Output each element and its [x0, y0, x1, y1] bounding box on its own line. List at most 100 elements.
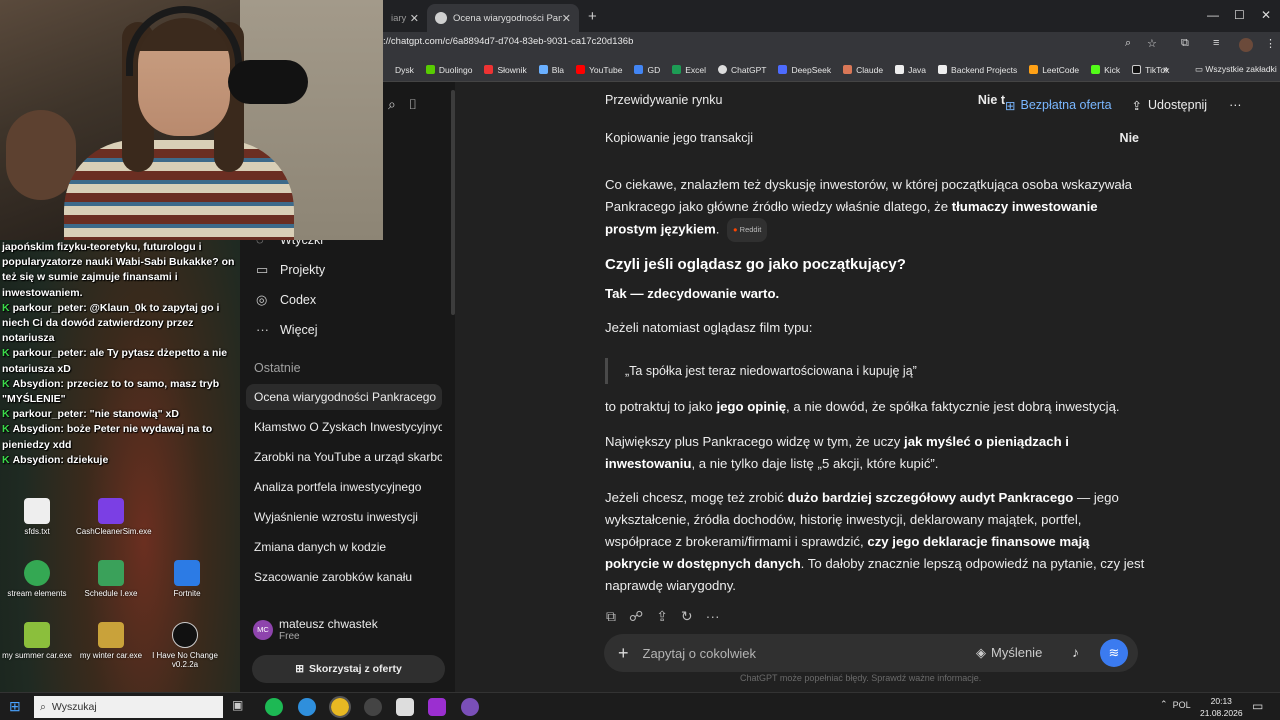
extensions-icon[interactable]: ⧉ — [1181, 37, 1189, 50]
more-dots-icon[interactable]: ··· — [706, 608, 720, 625]
conversation-item-active[interactable]: Ocena wiarygodności Pankracego — [246, 384, 442, 410]
prompt-input[interactable] — [642, 645, 943, 661]
stream-chat: japońskim fizyku-teoretyku, futurologu i… — [0, 240, 240, 468]
search-icon[interactable]: ⌕ — [388, 96, 396, 112]
conversation-item[interactable]: Zarobki na YouTube a urząd skarbowy — [246, 444, 442, 470]
share-button[interactable]: ⇪ Udostępnij — [1132, 98, 1208, 113]
bookmark[interactable]: Bla — [538, 65, 564, 75]
thinking-mode-button[interactable]: ◈ Myślenie — [976, 645, 1042, 661]
bookmark[interactable]: Backend Projects — [938, 65, 1017, 75]
app-icon[interactable] — [461, 698, 479, 716]
tab[interactable]: iary ✕ — [383, 4, 427, 32]
voice-mode-button[interactable]: ≋ — [1100, 639, 1128, 667]
share-icon[interactable]: ⇪ — [656, 608, 668, 625]
language-indicator[interactable]: POL — [1173, 700, 1191, 710]
microphone-icon[interactable]: ♪ — [1072, 644, 1079, 660]
conversation-item[interactable]: Kłamstwo O Zyskach Inwestycyjnych — [246, 414, 442, 440]
menu-dots-icon[interactable]: ⋮ — [1265, 37, 1276, 50]
notification-icon[interactable]: ▭ — [1252, 699, 1263, 713]
app-icon[interactable] — [396, 698, 414, 716]
bookmark[interactable]: Claude — [843, 65, 883, 75]
bookmark[interactable]: DeepSeek — [778, 65, 831, 75]
zoom-icon[interactable]: ⌕ — [1125, 37, 1131, 50]
clock[interactable]: 20:13 21.08.2026 — [1200, 695, 1243, 719]
more-options-icon[interactable]: ··· — [1229, 98, 1242, 112]
person-shirt — [64, 140, 294, 240]
app-icon — [24, 622, 50, 648]
chat-message: Kparkour_peter: "nie stanowią" xD — [0, 407, 240, 422]
user-plan: Free — [279, 631, 300, 642]
chrome-icon[interactable] — [329, 696, 351, 718]
bookmark[interactable]: ChatGPT — [718, 65, 766, 75]
sidebar-item-more[interactable]: ··· Więcej — [256, 322, 318, 337]
url-text[interactable]: ://chatgpt.com/c/6a8894d7-d704-83eb-9031… — [383, 36, 633, 47]
claim-offer-button[interactable]: ⊞ Skorzystaj z oferty — [252, 655, 445, 683]
window-close-icon[interactable]: ✕ — [1261, 8, 1271, 22]
bookmark[interactable]: Excel — [672, 65, 706, 75]
bookmark[interactable]: GD — [634, 65, 660, 75]
chevron-up-icon[interactable]: ⌃ — [1160, 699, 1168, 710]
star-icon[interactable]: ☆ — [1147, 37, 1157, 50]
kick-icon — [1091, 65, 1101, 74]
taskbar-search-input[interactable] — [51, 701, 202, 713]
copy-icon[interactable]: ⧉ — [606, 608, 616, 625]
spotify-icon[interactable] — [265, 698, 283, 716]
profile-avatar[interactable] — [1239, 38, 1253, 52]
gift-icon: ⊞ — [1005, 98, 1016, 113]
bookmark[interactable]: Dysk — [395, 65, 414, 75]
leetcode-icon — [1029, 65, 1039, 74]
disclaimer: ChatGPT może popełniać błędy. Sprawdź wa… — [740, 673, 982, 683]
bookmark[interactable]: YouTube — [576, 65, 622, 75]
conversation-item[interactable]: Wyjaśnienie wzrostu inwestycji — [246, 504, 442, 530]
chrome-icon — [24, 560, 50, 586]
bookmarks-more-icon[interactable]: » — [1163, 64, 1169, 75]
desktop-icon[interactable]: Fortnite — [152, 560, 222, 598]
new-tab-icon[interactable]: + — [588, 8, 597, 25]
conversation-item[interactable]: Zmiana danych w kodzie — [246, 534, 442, 560]
user-profile[interactable]: MC mateusz chwastek Free — [253, 617, 378, 642]
bookmark[interactable]: Kick — [1091, 65, 1120, 75]
obs-icon[interactable] — [364, 698, 382, 716]
bookmark[interactable]: Słownik — [484, 65, 527, 75]
desktop-icon[interactable]: CashCleanerSim.exe — [76, 498, 152, 536]
desktop-icon[interactable]: my summer car.exe — [2, 622, 72, 660]
taskbar-search[interactable]: ⌕ — [34, 696, 223, 718]
desktop-icon[interactable]: I Have No Change v0.2.2a — [150, 622, 220, 669]
add-attachment-icon[interactable]: + — [618, 643, 629, 664]
desktop-icon[interactable]: Schedule I.exe — [76, 560, 146, 598]
sidebar-item-projects[interactable]: ▭ Projekty — [256, 262, 325, 278]
conversation-item[interactable]: Szacowanie zarobków kanału — [246, 564, 442, 590]
desktop-icon[interactable]: my winter car.exe — [76, 622, 146, 660]
app-icon[interactable] — [428, 698, 446, 716]
edge-icon[interactable] — [298, 698, 316, 716]
bookmark[interactable]: Java — [895, 65, 926, 75]
chat-message: japońskim fizyku-teoretyku, futurologu i… — [0, 240, 240, 301]
windows-start-icon[interactable]: ⊞ — [9, 698, 21, 715]
media-icon[interactable]: ≡ — [1213, 37, 1219, 49]
desktop-icon[interactable]: stream elements — [2, 560, 72, 598]
close-icon[interactable]: ✕ — [410, 12, 419, 25]
folder-icon: ▭ — [1195, 64, 1206, 74]
free-offer-button[interactable]: ⊞ Bezpłatna oferta — [1005, 98, 1112, 113]
regenerate-icon[interactable]: ↻ — [681, 608, 693, 625]
tab-active[interactable]: Ocena wiarygodności Pankrace✕ — [427, 4, 579, 32]
bookmark[interactable]: Duolingo — [425, 65, 472, 75]
task-view-icon[interactable]: ▣ — [232, 698, 250, 716]
all-bookmarks[interactable]: ▭ Wszystkie zakładki — [1195, 64, 1277, 75]
chat-username: parkour_peter: — [12, 347, 87, 360]
bookmark[interactable]: LeetCode — [1029, 65, 1079, 75]
conversation-item[interactable]: Analiza portfela inwestycyjnego — [246, 474, 442, 500]
kick-badge-icon: K — [2, 301, 10, 314]
fortnite-icon — [174, 560, 200, 586]
globe-icon — [538, 65, 548, 74]
source-badge[interactable]: ● Reddit — [727, 218, 768, 242]
sidebar-item-codex[interactable]: ◎ Codex — [256, 292, 316, 308]
sidebar-toggle-icon[interactable]: ▯ — [408, 96, 419, 112]
feedback-icon[interactable]: ☍ — [629, 608, 643, 625]
desktop-icon[interactable]: sfds.txt — [2, 498, 72, 536]
claude-icon — [843, 65, 853, 74]
close-icon[interactable]: ✕ — [562, 12, 571, 25]
minimize-icon[interactable]: — — [1207, 8, 1219, 22]
chat-message: K Absydion: dziekuje — [0, 453, 240, 468]
maximize-icon[interactable]: ☐ — [1234, 8, 1245, 22]
